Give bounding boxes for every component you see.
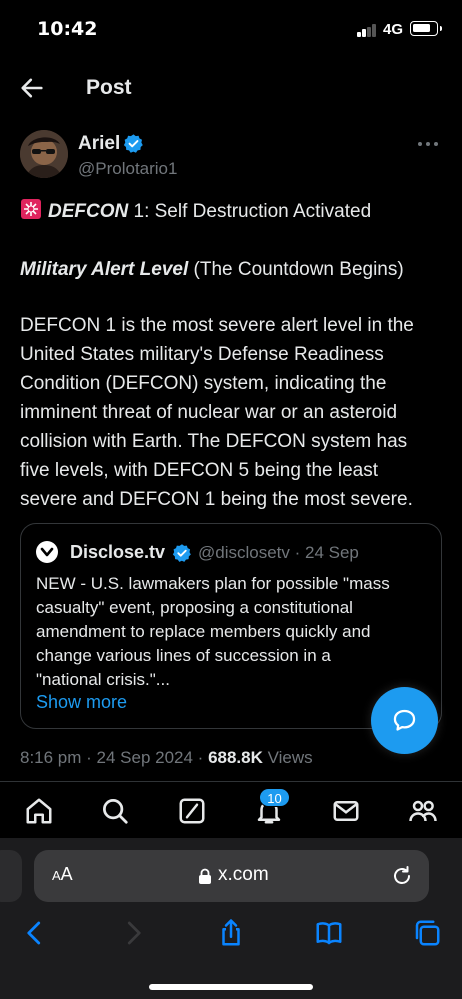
nav-communities[interactable] — [408, 796, 438, 826]
chevron-right-icon — [127, 921, 141, 945]
lock-icon — [199, 868, 211, 884]
nav-home[interactable] — [24, 796, 54, 826]
network-label: 4G — [383, 21, 404, 38]
chevron-left-icon — [27, 921, 41, 945]
aa-large: A — [60, 864, 73, 884]
quoted-text-line: casualty" event, proposing a constitutio… — [36, 598, 353, 617]
tweet-headline-bold: DEFCON — [48, 201, 129, 222]
bookmarks-button[interactable] — [314, 918, 344, 948]
disclose-logo-icon — [36, 541, 58, 563]
avatar[interactable] — [20, 130, 68, 178]
notifications-badge: 10 — [259, 788, 290, 807]
quoted-author-name: Disclose.tv — [70, 542, 166, 562]
reader-settings-button[interactable]: AA — [52, 864, 73, 885]
tabs-button[interactable] — [412, 918, 442, 948]
battery-icon — [410, 21, 442, 36]
tweet-body-line: collision with Earth. The DEFCON system … — [20, 431, 408, 452]
tabs-icon — [415, 920, 440, 946]
nav-messages[interactable] — [331, 796, 361, 826]
browser-back-button[interactable] — [20, 918, 50, 948]
tweet-body-line: imminent threat of nuclear war or an ast… — [20, 402, 398, 423]
arrow-left-icon — [21, 78, 43, 98]
post-meta: 8:16 pm · 24 Sep 2024 · 688.8K Views — [20, 748, 313, 768]
address-bar[interactable]: AA x.com — [34, 850, 429, 902]
status-bar: 10:42 4G — [0, 0, 462, 56]
search-icon — [103, 799, 128, 824]
tweet-body-line: Condition (DEFCON) system, indicating th… — [20, 373, 387, 394]
quoted-text-line: change various lines of succession in a — [36, 646, 331, 665]
siren-emoji-icon — [21, 199, 41, 219]
reload-icon — [394, 866, 410, 884]
quoted-text: NEW - U.S. lawmakers plan for possible "… — [36, 572, 431, 692]
quoted-text-line: NEW - U.S. lawmakers plan for possible "… — [36, 574, 390, 593]
grok-icon — [179, 798, 205, 824]
browser-toolbar: AA x.com — [0, 838, 462, 999]
author-name[interactable]: Ariel — [78, 133, 120, 155]
views-label: Views — [262, 748, 313, 767]
tweet-subheadline: Military Alert Level (The Countdown Begi… — [20, 255, 442, 284]
url-text: x.com — [218, 864, 269, 885]
aa-small: A — [52, 868, 61, 883]
more-options-button[interactable] — [414, 134, 442, 154]
bottom-navigation: 10 — [0, 781, 462, 838]
compose-reply-fab[interactable] — [371, 687, 438, 754]
post-header: Post — [0, 62, 462, 112]
chat-bubble-icon — [393, 709, 416, 731]
quoted-handle-time: @disclosetv · 24 Sep — [198, 543, 359, 562]
tweet-subheadline-text: (The Countdown Begins) — [188, 259, 404, 280]
more-horizontal-icon — [418, 142, 438, 146]
status-time: 10:42 — [37, 18, 98, 40]
home-indicator — [149, 984, 313, 990]
tweet-body-line: United States military's Defense Readine… — [20, 344, 384, 365]
views-count: 688.8K — [208, 748, 263, 767]
tweet-subheadline-bold: Military Alert Level — [20, 259, 189, 280]
envelope-icon — [333, 801, 359, 821]
page-title: Post — [86, 76, 132, 99]
tweet-body-line: DEFCON 1 is the most severe alert level … — [20, 315, 414, 336]
nav-search[interactable] — [100, 796, 130, 826]
tweet-body-line: severe and DEFCON 1 being the most sever… — [20, 489, 413, 510]
tweet-body-line: five levels, with DEFCON 5 being the lea… — [20, 460, 378, 481]
signal-icon — [357, 24, 377, 37]
share-icon — [222, 919, 240, 946]
nav-grok[interactable] — [177, 796, 207, 826]
back-button[interactable] — [18, 74, 46, 102]
author-handle[interactable]: @Prolotario1 — [78, 159, 177, 179]
tweet-headline: DEFCON 1: Self Destruction Activated — [20, 197, 442, 226]
author-row: Ariel @Prolotario1 — [20, 128, 442, 184]
people-icon — [409, 800, 437, 822]
home-icon — [26, 798, 52, 824]
browser-forward-button[interactable] — [118, 918, 148, 948]
verified-badge-icon — [123, 134, 143, 153]
share-button[interactable] — [216, 918, 246, 948]
tweet-body: DEFCON 1 is the most severe alert level … — [20, 311, 442, 514]
book-icon — [316, 922, 342, 945]
show-more-link[interactable]: Show more — [36, 692, 127, 713]
quoted-text-line: amendment to replace members quickly and — [36, 622, 371, 641]
tweet-headline-text: 1: Self Destruction Activated — [128, 201, 372, 222]
verified-badge-icon — [172, 544, 191, 562]
quoted-text-line: "national crisis."... — [36, 670, 170, 689]
post-timestamp: 8:16 pm · 24 Sep 2024 · — [20, 748, 209, 767]
reload-button[interactable] — [390, 864, 414, 888]
previous-tab-preview[interactable] — [0, 850, 22, 902]
